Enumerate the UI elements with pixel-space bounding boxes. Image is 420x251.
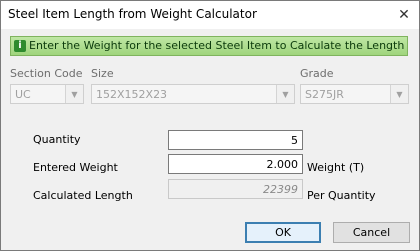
length-label: Calculated Length bbox=[33, 189, 133, 202]
size-value: 152X152X23 bbox=[96, 88, 168, 101]
length-value: 22399 bbox=[263, 183, 298, 196]
ok-button[interactable]: OK bbox=[245, 222, 321, 243]
length-output: 22399 bbox=[168, 179, 303, 199]
grade-label: Grade bbox=[300, 67, 334, 80]
chevron-down-icon: ▼ bbox=[390, 85, 408, 103]
quantity-value: 5 bbox=[291, 134, 298, 147]
quantity-input[interactable]: 5 bbox=[168, 130, 303, 150]
banner-text: Enter the Weight for the selected Steel … bbox=[29, 39, 405, 52]
chevron-down-icon: ▼ bbox=[276, 85, 294, 103]
close-button[interactable]: ✕ bbox=[389, 1, 419, 29]
window-title: Steel Item Length from Weight Calculator bbox=[8, 7, 257, 21]
weight-unit-label: Weight (T) bbox=[307, 161, 365, 174]
info-icon: i bbox=[14, 40, 26, 52]
grade-value: S275JR bbox=[305, 88, 344, 101]
section-code-select[interactable]: UC ▼ bbox=[10, 84, 84, 104]
chevron-down-icon: ▼ bbox=[65, 85, 83, 103]
cancel-button[interactable]: Cancel bbox=[333, 222, 410, 243]
title-bar: Steel Item Length from Weight Calculator… bbox=[1, 1, 419, 29]
calculator-dialog: Steel Item Length from Weight Calculator… bbox=[0, 0, 420, 251]
length-unit-label: Per Quantity bbox=[307, 189, 376, 202]
weight-value: 2.000 bbox=[266, 158, 299, 171]
quantity-label: Quantity bbox=[33, 133, 81, 146]
weight-input[interactable]: 2.000 bbox=[168, 154, 303, 174]
section-code-label: Section Code bbox=[10, 67, 83, 80]
instruction-banner: i Enter the Weight for the selected Stee… bbox=[10, 36, 408, 56]
section-code-value: UC bbox=[15, 88, 31, 101]
weight-label: Entered Weight bbox=[33, 161, 118, 174]
size-label: Size bbox=[91, 67, 114, 80]
grade-select[interactable]: S275JR ▼ bbox=[300, 84, 409, 104]
size-select[interactable]: 152X152X23 ▼ bbox=[91, 84, 295, 104]
